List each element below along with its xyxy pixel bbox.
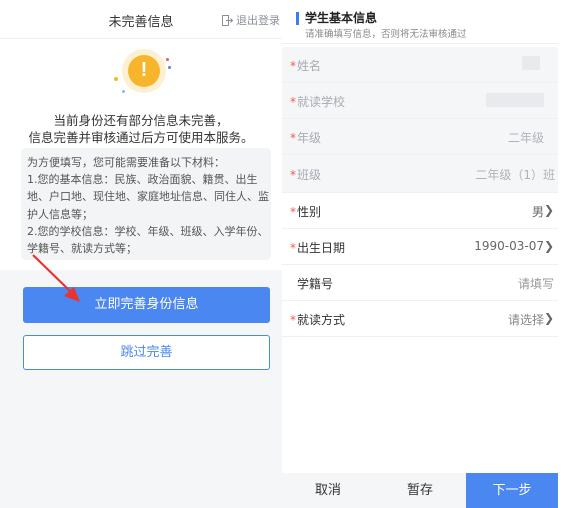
form-subtitle: 请准确填写信息，否则将无法审核通过 — [305, 29, 467, 40]
header-accent-bar — [296, 12, 299, 25]
field-label: 就读学校 — [297, 95, 346, 109]
field-label: 出生日期 — [297, 241, 346, 255]
student-id-input[interactable]: 请填写 — [518, 275, 554, 292]
required-mark: * — [290, 313, 296, 327]
form-footer: 取消 暂存 下一步 — [282, 473, 558, 508]
required-mark: * — [290, 241, 296, 255]
field-value: 二年级（1）班 — [475, 168, 555, 182]
incomplete-info-panel: 未完善信息 退出登录 ! 当前身份还有部分信息未完善， 信息完善并审核通过后方可… — [0, 0, 282, 508]
field-label: 就读方式 — [297, 313, 346, 327]
field-value: 请选择 — [507, 313, 544, 327]
chevron-right-icon: ❯ — [543, 203, 554, 217]
cancel-button[interactable]: 取消 — [282, 473, 374, 508]
chevron-right-icon: ❯ — [543, 239, 554, 253]
field-study-mode[interactable]: *就读方式 请选择 ❯ — [282, 301, 558, 337]
panel-gutter — [558, 0, 569, 508]
field-student-id[interactable]: 学籍号 请填写 — [282, 265, 558, 301]
form-title: 学生基本信息 — [305, 11, 378, 25]
field-label: 性别 — [297, 205, 322, 219]
form-header: 学生基本信息 请准确填写信息，否则将无法审核通过 — [282, 0, 569, 44]
field-class: *班级 二年级（1）班 — [282, 155, 558, 193]
field-value: 1990-03-07 — [474, 239, 544, 253]
required-mark: * — [290, 59, 296, 73]
field-value: 男 — [531, 205, 544, 219]
required-mark: * — [290, 131, 296, 145]
field-gender[interactable]: *性别 男 ❯ — [282, 193, 558, 229]
masked-value — [486, 93, 544, 107]
field-grade: *年级 二年级 — [282, 119, 558, 155]
annotation-arrow — [32, 254, 80, 302]
field-label: 班级 — [297, 168, 322, 182]
student-info-form: 学生基本信息 请准确填写信息，否则将无法审核通过 *姓名 *就读学校 *年级 二… — [282, 0, 569, 508]
field-label: 姓名 — [297, 59, 322, 73]
save-draft-button[interactable]: 暂存 — [374, 473, 466, 508]
field-label: 学籍号 — [297, 277, 334, 291]
required-mark: * — [290, 205, 296, 219]
masked-value — [522, 56, 540, 70]
field-name: *姓名 — [282, 47, 558, 83]
chevron-right-icon: ❯ — [543, 311, 554, 325]
next-step-button[interactable]: 下一步 — [466, 473, 558, 508]
field-birth-date[interactable]: *出生日期 1990-03-07 ❯ — [282, 229, 558, 265]
required-mark: * — [290, 95, 296, 109]
field-value: 二年级 — [507, 131, 544, 145]
skip-button[interactable]: 跳过完善 — [23, 335, 270, 370]
field-label: 年级 — [297, 131, 322, 145]
required-mark: * — [290, 168, 296, 182]
field-school: *就读学校 — [282, 83, 558, 119]
